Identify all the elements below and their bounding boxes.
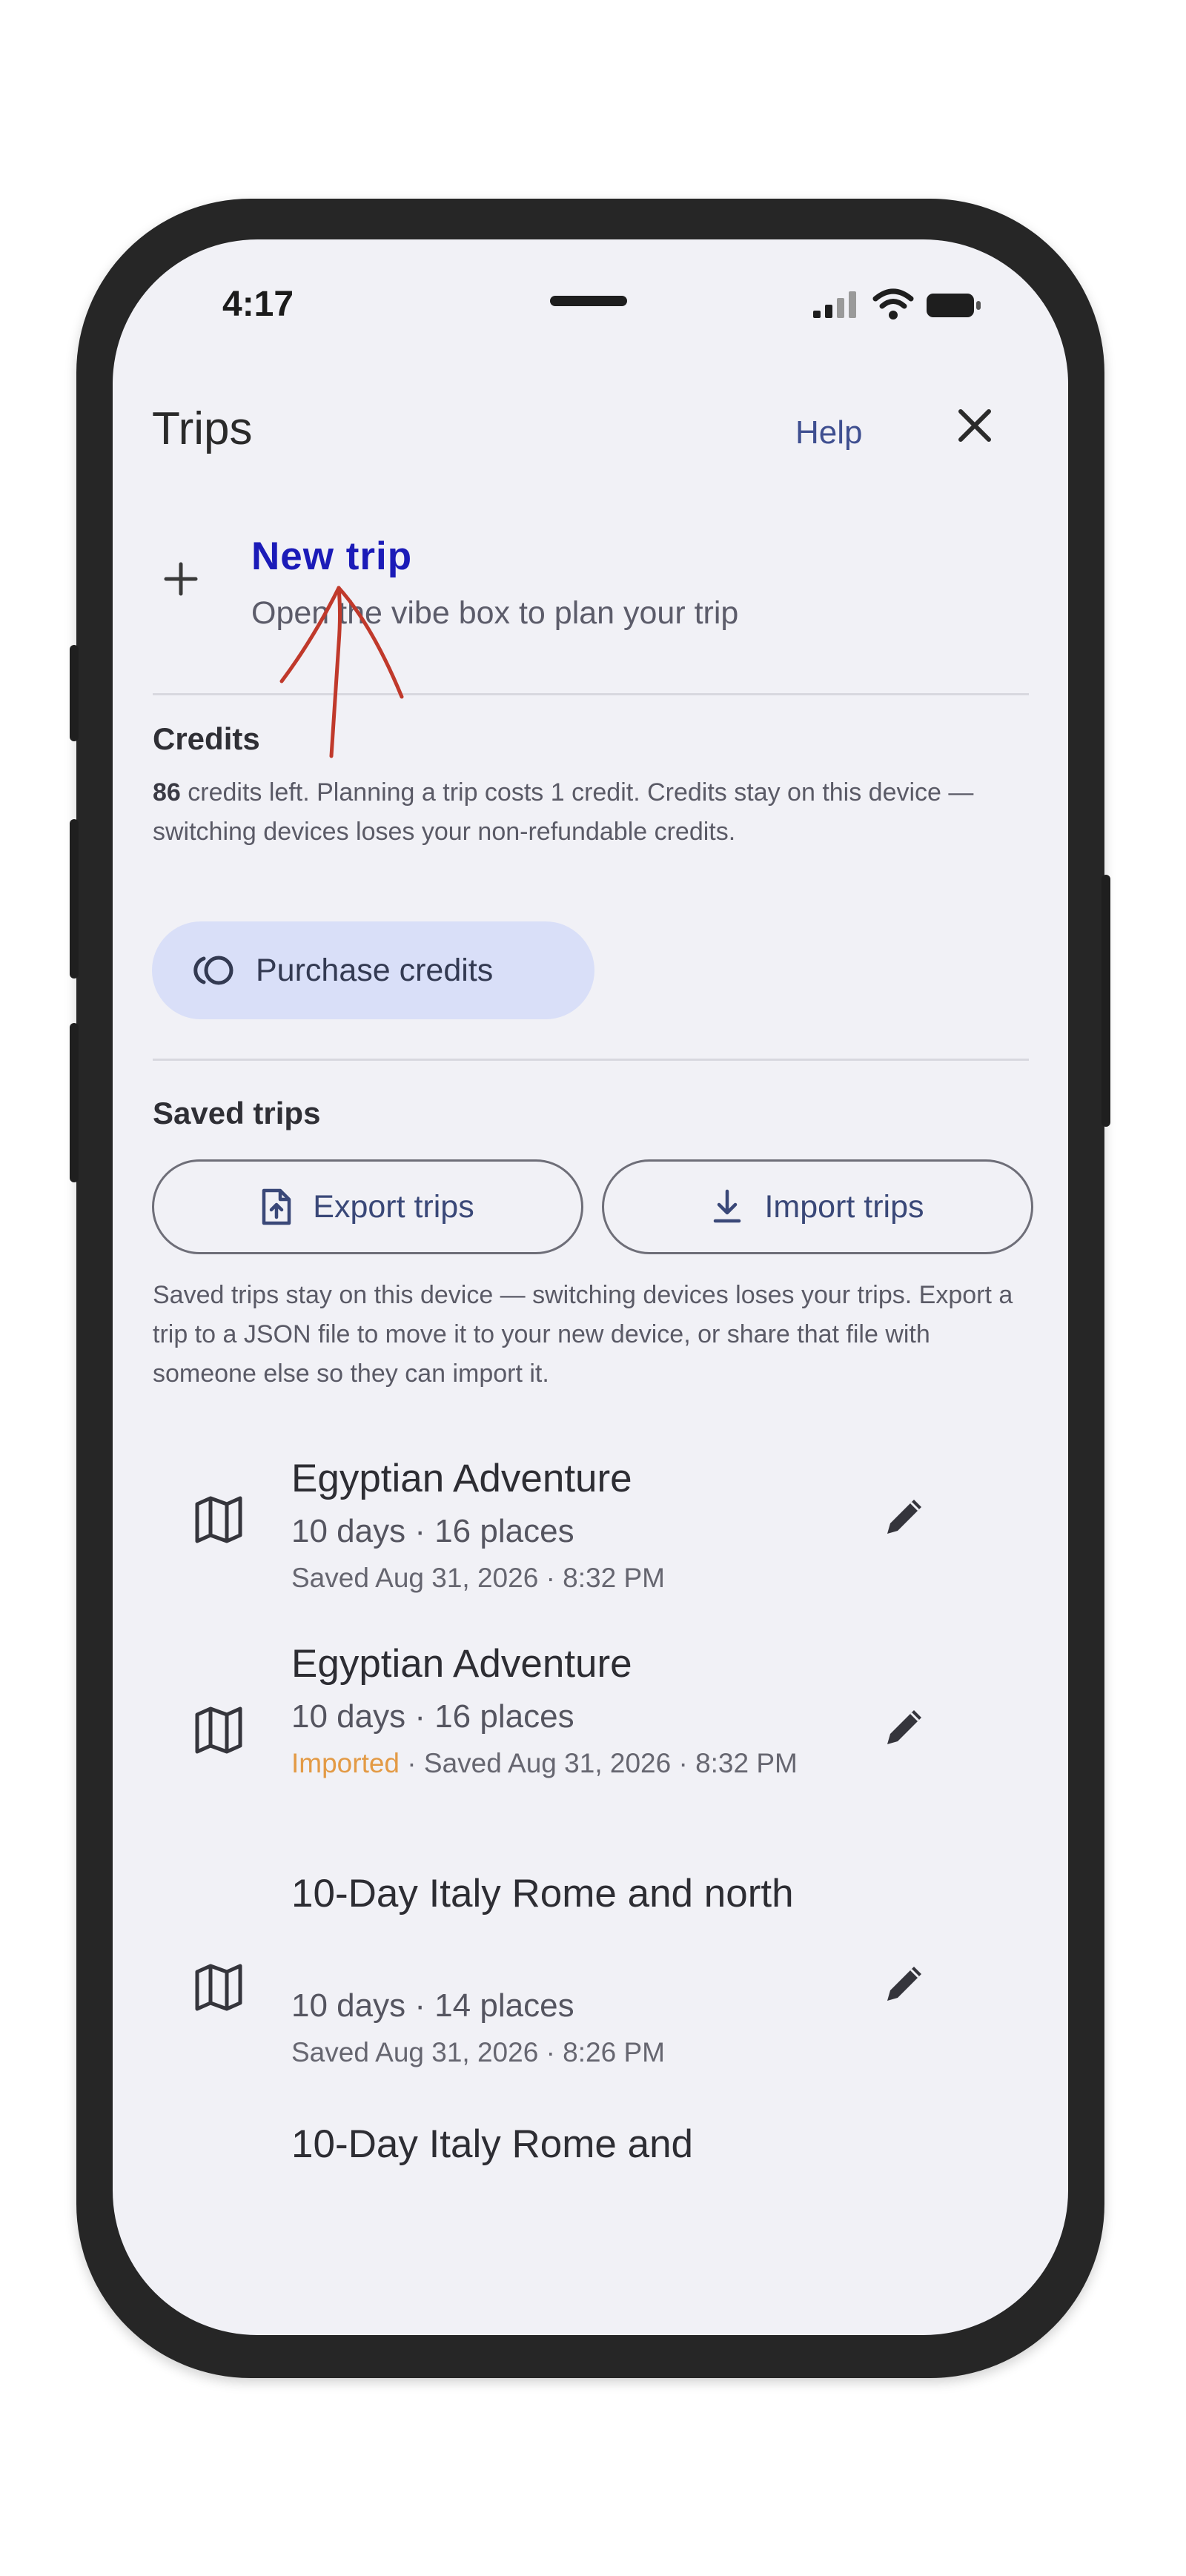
trip-meta: 10 days · 14 places <box>291 1987 574 2024</box>
credits-heading: Credits <box>153 721 260 756</box>
wifi-icon <box>872 288 914 319</box>
close-icon <box>958 409 991 442</box>
trip-list: Egyptian Adventure 10 days · 16 places S… <box>113 1457 1068 2335</box>
pencil-icon <box>887 1500 921 1534</box>
help-link[interactable]: Help <box>795 414 863 451</box>
trip-list-item[interactable]: Egyptian Adventure 10 days · 16 places I… <box>113 1642 1068 1870</box>
map-icon <box>195 1706 242 1754</box>
import-trips-button[interactable]: Import trips <box>602 1159 1033 1254</box>
trip-saved-date: Saved Aug 31, 2026 · 8:26 PM <box>291 2037 665 2067</box>
signal-icon <box>813 291 856 318</box>
page-title: Trips <box>152 403 253 454</box>
download-icon <box>714 1189 741 1223</box>
saved-trips-description: Saved trips stay on this device — switch… <box>153 1281 1013 1388</box>
divider <box>153 693 1029 695</box>
trip-title: Egyptian Adventure <box>291 1457 632 1500</box>
file-export-icon <box>262 1188 291 1225</box>
trip-title: 10-Day Italy Rome and north <box>291 1872 794 1916</box>
trip-meta: 10 days · 16 places <box>291 1513 574 1549</box>
trip-saved-text: · Saved Aug 31, 2026 · 8:32 PM <box>400 1748 798 1778</box>
credits-count: 86 <box>153 778 181 807</box>
trip-list-item[interactable]: Egyptian Adventure 10 days · 16 places S… <box>113 1457 1068 1633</box>
purchase-credits-button[interactable]: Purchase credits <box>152 921 594 1019</box>
plus-icon <box>164 562 198 596</box>
purchase-credits-label: Purchase credits <box>256 952 494 988</box>
phone-side-button <box>1101 875 1110 1127</box>
trip-list-item[interactable]: 10-Day Italy Rome and north 10 days · 14… <box>113 1872 1068 2100</box>
export-trips-button[interactable]: Export trips <box>152 1159 583 1254</box>
new-trip-subtitle: Open the vibe box to plan your trip <box>251 595 739 631</box>
map-icon <box>195 1496 242 1543</box>
trip-saved-date: Saved Aug 31, 2026 · 8:32 PM <box>291 1563 665 1593</box>
saved-trips-heading: Saved trips <box>153 1096 321 1130</box>
phone-side-button <box>70 819 79 979</box>
divider <box>153 1059 1029 1061</box>
app-screen: 4:17 Trips Help New trip Open the vibe b… <box>113 239 1068 2335</box>
new-trip-plus-button[interactable] <box>159 557 203 601</box>
edit-trip-button[interactable] <box>880 1703 929 1755</box>
map-icon <box>195 1964 242 2011</box>
export-trips-label: Export trips <box>313 1188 474 1225</box>
new-trip-link[interactable]: New trip <box>251 534 412 579</box>
status-icons <box>812 287 982 324</box>
phone-side-button <box>70 1023 79 1182</box>
trip-meta: 10 days · 16 places <box>291 1698 574 1735</box>
battery-icon <box>927 294 981 317</box>
pencil-icon <box>887 1710 921 1744</box>
edit-trip-button[interactable] <box>880 1959 929 2012</box>
import-trips-label: Import trips <box>764 1188 924 1225</box>
credits-text: credits left. Planning a trip costs 1 cr… <box>153 778 974 846</box>
pencil-icon <box>887 1967 921 2001</box>
edit-trip-button[interactable] <box>880 1492 929 1545</box>
close-button[interactable] <box>947 398 1002 453</box>
imported-badge: Imported <box>291 1748 400 1778</box>
coins-icon <box>193 956 233 985</box>
trip-title: Egyptian Adventure <box>291 1642 632 1686</box>
trip-list-item[interactable]: 10-Day Italy Rome and <box>113 2115 1068 2204</box>
trip-title: 10-Day Italy Rome and <box>291 2122 694 2166</box>
phone-side-button <box>70 645 79 741</box>
trip-saved-date: Imported · Saved Aug 31, 2026 · 8:32 PM <box>291 1744 899 1783</box>
credits-description: 86 credits left. Planning a trip costs 1… <box>153 773 1031 852</box>
status-time: 4:17 <box>222 285 294 324</box>
dynamic-island-pill <box>550 296 627 306</box>
